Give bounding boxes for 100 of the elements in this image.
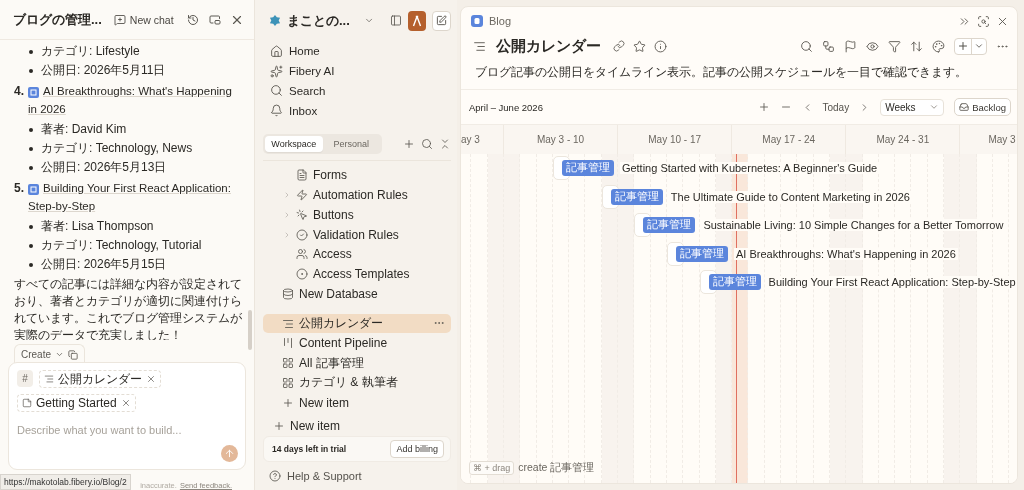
cursor-click-icon xyxy=(296,208,308,221)
lightning-icon xyxy=(296,189,308,202)
chevron-down-icon xyxy=(974,41,984,51)
sparkle-icon xyxy=(270,64,283,78)
tree-item[interactable]: New Database xyxy=(263,283,451,304)
database-logo xyxy=(471,15,483,27)
timeline-item[interactable]: 記事管理 Sustainable Living: 10 Simple Changes for a Better Tomorrow xyxy=(634,213,1006,237)
chevron-down-icon xyxy=(55,350,64,359)
tree-item[interactable]: Forms xyxy=(263,165,451,186)
create-button[interactable]: Create xyxy=(14,344,85,364)
context-tag[interactable]: Getting Started xyxy=(17,394,136,412)
view-description: ブログ記事の公開日をタイムライン表示。記事の公開スケジュールを一目で確認できます。 xyxy=(461,57,1017,90)
tree-item[interactable]: 公開カレンダー xyxy=(263,313,451,334)
chat-plus-icon xyxy=(113,13,126,26)
search-icon[interactable] xyxy=(421,138,433,151)
tree-item[interactable]: Automation Rules xyxy=(263,185,451,205)
item-title: Getting Started with Kubernetes: A Beginner's Guide xyxy=(619,162,880,174)
scope-tab[interactable]: Workspace xyxy=(265,136,323,153)
history-icon xyxy=(186,13,199,26)
timeline-icon xyxy=(44,374,54,384)
document-icon xyxy=(28,184,39,195)
breadcrumb-link[interactable]: Blog xyxy=(489,15,952,27)
tree-item[interactable]: Access xyxy=(263,244,451,265)
pip-icon xyxy=(208,13,221,26)
chevron-down-icon xyxy=(929,102,940,112)
nav-item[interactable]: Inbox xyxy=(263,100,451,121)
bullet-icon xyxy=(29,50,33,54)
tree-item[interactable]: All 記事管理 xyxy=(263,353,451,373)
mention-button[interactable]: # xyxy=(17,370,33,387)
article-link[interactable]: Building Your First React Application: Step-by-Step xyxy=(28,179,244,215)
eye-icon[interactable] xyxy=(866,39,879,53)
compose-button[interactable] xyxy=(432,10,451,31)
flag-icon[interactable] xyxy=(844,39,857,53)
database-icon xyxy=(282,287,294,300)
timeline-icon xyxy=(282,317,294,330)
bullet-text: カテゴリ: Technology, News xyxy=(41,140,193,157)
week-label: May 3 xyxy=(988,134,1016,145)
tree-item[interactable]: Buttons xyxy=(263,204,451,225)
tree-item[interactable]: Validation Rules xyxy=(263,224,451,245)
week-label: May 10 - 17 xyxy=(648,134,702,145)
palette-icon[interactable] xyxy=(932,39,945,53)
new-chat-button[interactable]: New chat xyxy=(109,13,178,26)
prompt-field[interactable]: Describe what you want to build... xyxy=(17,424,237,444)
item-title: Sustainable Living: 10 Simple Changes for a Better Tomorrow xyxy=(701,219,1006,231)
context-tag[interactable]: 公開カレンダー xyxy=(39,370,161,388)
scope-tab[interactable]: Personal xyxy=(322,136,380,153)
star-icon[interactable] xyxy=(633,39,646,53)
list-number: 4. xyxy=(14,83,24,100)
search-icon[interactable] xyxy=(800,39,813,53)
link-icon[interactable] xyxy=(613,40,625,52)
plus-icon[interactable] xyxy=(403,138,415,151)
tree-item[interactable]: New item xyxy=(263,416,451,437)
bullet-icon xyxy=(29,147,33,151)
scale-select[interactable]: Weeks xyxy=(880,98,945,116)
sort-icon[interactable] xyxy=(910,39,923,53)
expand-icon xyxy=(283,230,291,239)
connector-icon[interactable] xyxy=(822,39,835,53)
week-label: May 17 - 24 xyxy=(762,134,816,145)
type-tag: 記事管理 xyxy=(561,160,614,176)
check-circle-icon xyxy=(296,228,308,241)
sidebar-toggle-icon[interactable] xyxy=(389,14,402,28)
bullet-icon xyxy=(29,263,33,267)
nav-item[interactable]: Search xyxy=(263,81,451,101)
tree-item[interactable]: Content Pipeline xyxy=(263,333,451,354)
summary-paragraph: すべての記事には詳細な内容が設定されており、著者とカテゴリが適切に関連付けられています。これでブログ管理システムが実際のデータで充実しました！ xyxy=(14,276,243,340)
workspace-name[interactable]: まことの... xyxy=(287,11,350,30)
item-title: Building Your First React Application: Step-by-Step xyxy=(766,276,1017,288)
page-icon xyxy=(22,398,32,408)
bullet-text: 著者: David Kim xyxy=(41,121,127,138)
article-link[interactable]: AI Breakthroughs: What's Happening in 2026 xyxy=(28,82,244,118)
bullet-text: カテゴリ: Technology, Tutorial xyxy=(41,237,202,254)
tree-item[interactable]: Access Templates xyxy=(263,264,451,284)
list-number: 5. xyxy=(14,180,24,197)
hint-text: create 記事管理 xyxy=(518,461,595,475)
add-billing-button[interactable]: Add billing xyxy=(390,440,444,459)
plus-icon xyxy=(957,40,969,52)
grid-icon xyxy=(282,357,294,370)
arrow-up-icon xyxy=(224,448,235,459)
timeline-item[interactable]: 記事管理 The Ultimate Guide to Content Marketing in 2026 xyxy=(601,184,912,209)
today-button[interactable]: Today xyxy=(822,101,850,113)
bullet-text: 著者: Lisa Thompson xyxy=(41,218,154,235)
filter-icon[interactable] xyxy=(888,39,901,53)
view-title: 公開カレンダー xyxy=(496,36,601,56)
info-icon[interactable] xyxy=(654,39,667,53)
help-link[interactable]: Help & Support xyxy=(263,462,451,490)
timeline-item[interactable]: 記事管理 Building Your First React Application: Step-by-Step xyxy=(699,270,1017,294)
zoom-in-icon[interactable] xyxy=(757,101,770,113)
nav-item[interactable]: Fibery AI xyxy=(263,61,451,81)
tree-item[interactable]: カテゴリ & 執筆者 xyxy=(263,372,451,393)
preview-icon[interactable] xyxy=(977,14,990,28)
user-avatar[interactable] xyxy=(407,10,427,31)
status-url: https://makotolab.fibery.io/Blog/2 xyxy=(0,474,131,490)
scrollbar[interactable] xyxy=(248,310,252,350)
timeline-item[interactable]: 記事管理 AI Breakthroughs: What's Happening in 2026 xyxy=(667,241,958,266)
tree-item[interactable]: New item xyxy=(263,392,451,413)
chat-title: ブログの管理... xyxy=(13,10,102,29)
nav-item[interactable]: Home xyxy=(263,41,451,62)
timeline-item[interactable]: 記事管理 Getting Started with Kubernetes: A Beginner's Guide xyxy=(552,156,880,180)
backlog-button[interactable]: Backlog xyxy=(954,98,1011,116)
bullet-text: 公開日: 2026年5月13日 xyxy=(41,159,167,176)
